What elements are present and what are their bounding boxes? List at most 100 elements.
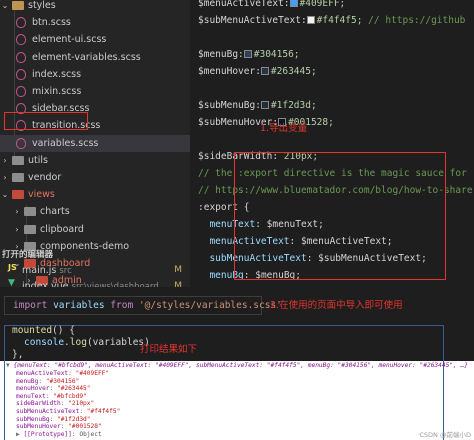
chevron-right-icon[interactable]: › (12, 221, 22, 238)
folder-icon (12, 1, 24, 10)
import-path: '@/styles/variables.scss' (138, 300, 282, 311)
log-fn: log (69, 337, 87, 348)
scss-variable: $subMenuBg: (198, 100, 261, 111)
console-summary[interactable]: ▼ {menuText: "#bfcbd9", menuActiveText: … (6, 362, 468, 369)
folder-item-utils[interactable]: › utils (0, 152, 190, 169)
console-entry-key: subMenuBg (16, 415, 50, 423)
file-item-index-scss[interactable]: index.scss (0, 66, 190, 83)
console-entry: subMenuBg: "#1f2d3d" (16, 416, 91, 423)
chevron-right-icon[interactable]: › (12, 203, 22, 220)
console-entry-value: "#001528" (68, 423, 102, 431)
expand-triangle-icon[interactable]: ▼ (6, 362, 10, 369)
chevron-right-icon[interactable]: › (0, 169, 10, 186)
folder-item-clipboard[interactable]: › clipboard (0, 221, 190, 238)
tree-item-label: utils (28, 154, 48, 166)
console-summary-text: {menuText: "#bfcbd9", menuActiveText: "#… (13, 362, 468, 369)
folder-item-styles[interactable]: ⌄ styles (0, 0, 190, 14)
import-statement[interactable]: import variables from '@/styles/variable… (4, 296, 282, 315)
import-strip: import variables from '@/styles/variable… (0, 287, 474, 323)
scss-variable: $menuActiveText: (198, 0, 290, 9)
tree-item-label: mixin.scss (32, 86, 82, 97)
tree-item-label: styles (28, 0, 56, 11)
chevron-right-icon[interactable]: › (0, 152, 10, 169)
tree-item-label: btn.scss (32, 17, 71, 29)
console-entry: ▶ [[Prototype]]: Object (16, 431, 102, 438)
watermark: CSDN @前端小D (419, 431, 471, 439)
sass-file-icon (16, 34, 26, 46)
file-item-element-ui-scss[interactable]: element-ui.scss (0, 31, 190, 48)
open-editor-path: src (59, 266, 72, 276)
modified-badge: M (174, 281, 182, 287)
tree-item-label: clipboard (40, 223, 84, 235)
mounted-code-block: mounted() { console.log(variables) }, 打印… (0, 323, 474, 361)
tree-item-label: variables.scss (32, 137, 99, 149)
scss-value: #409EFF; (299, 0, 346, 9)
console-entry-key: menuHover (16, 385, 50, 393)
folder-item-vendor[interactable]: › vendor (0, 169, 190, 186)
open-editor-main-js[interactable]: JS main.js src M (0, 262, 190, 279)
folder-icon (12, 155, 24, 165)
console-entry-key: subMenuActiveText (16, 408, 80, 415)
code-line: $subMenuActiveText: #f4f4f5; // https://g… (198, 12, 465, 29)
console-entry-value: "#409EFF" (75, 370, 110, 377)
console-entry-separator: : (79, 408, 87, 415)
from-keyword: from (110, 300, 134, 311)
color-swatch-icon[interactable] (260, 101, 269, 109)
code-line: $menuActiveText: #409EFF; (198, 0, 345, 12)
color-swatch-icon[interactable] (306, 16, 315, 24)
folder-item-charts[interactable]: › charts (0, 203, 190, 220)
tree-item-label: charts (40, 206, 70, 218)
code-line: $menuBg: #304156; (198, 46, 300, 63)
file-item-btn-scss[interactable]: btn.scss (0, 14, 190, 31)
console-entry-value: "#bfcbd9" (53, 392, 87, 400)
file-item-mixin-scss[interactable]: mixin.scss (0, 83, 190, 100)
tree-item-label: element-ui.scss (32, 34, 107, 46)
console-entry: subMenuHover: "#001528" (16, 423, 102, 430)
mounted-line-3: }, (12, 349, 24, 360)
console-entry: menuActiveText: "#409EFF" (16, 370, 109, 377)
console-entry-value: "#263445" (56, 385, 91, 393)
import-annotation: 2.在使用的页面中导入即可使用 (270, 300, 403, 311)
vue-file-icon: ▼ (8, 278, 15, 287)
chevron-down-icon[interactable]: ⌄ (0, 186, 10, 203)
console-entry-key: menuText (16, 392, 46, 400)
mounted-line-2: console.log(variables) (24, 337, 150, 348)
console-entry: subMenuActiveText: "#f4f4f5" (16, 408, 120, 415)
file-item-variables-scss[interactable]: variables.scss (0, 134, 190, 152)
import-keyword: import (13, 300, 48, 311)
folder-icon (12, 173, 24, 182)
chevron-down-icon[interactable]: ⌄ (0, 0, 10, 14)
open-editor-index-vue[interactable]: ▼ index.vue src\views\dashboard M (0, 278, 190, 287)
import-name: variables (53, 300, 105, 311)
sass-file-icon (16, 51, 26, 63)
console-entry-value: "210px" (68, 400, 95, 408)
devtools-console: ▼ {menuText: "#bfcbd9", menuActiveText: … (0, 361, 474, 440)
folder-icon (24, 224, 36, 234)
console-entry: menuText: "#bfcbd9" (16, 393, 87, 400)
color-swatch-icon[interactable] (289, 0, 298, 7)
modified-badge: M (174, 265, 182, 275)
console-entry-separator: : (38, 377, 46, 385)
tree-item-label: element-variables.scss (32, 51, 141, 63)
open-editor-name: index.vue src\views\dashboard (22, 278, 159, 287)
code-editor[interactable]: $menuActiveText: #409EFF; $subMenuActiveTe… (190, 0, 474, 287)
console-entry: sideBarWidth: "210px" (16, 400, 94, 407)
file-item-element-variables-scss[interactable]: element-variables.scss (0, 49, 190, 66)
console-entry-value: "#f4f4f5" (86, 408, 121, 415)
folder-item-views[interactable]: ⌄ views (0, 186, 190, 203)
color-swatch-icon[interactable] (243, 50, 252, 58)
tree-item-label: vendor (28, 172, 62, 183)
console-entry-key: subMenuHover (16, 423, 61, 431)
color-swatch-icon[interactable] (260, 67, 269, 75)
tree-item-label: views (28, 189, 55, 201)
code-line: $menuHover: #263445; (198, 63, 317, 80)
console-entry-key: menuActiveText (16, 370, 69, 377)
sass-file-icon (16, 68, 26, 80)
sass-file-icon (16, 86, 26, 97)
folder-icon (12, 190, 24, 200)
mounted-fn: mounted (12, 325, 53, 336)
